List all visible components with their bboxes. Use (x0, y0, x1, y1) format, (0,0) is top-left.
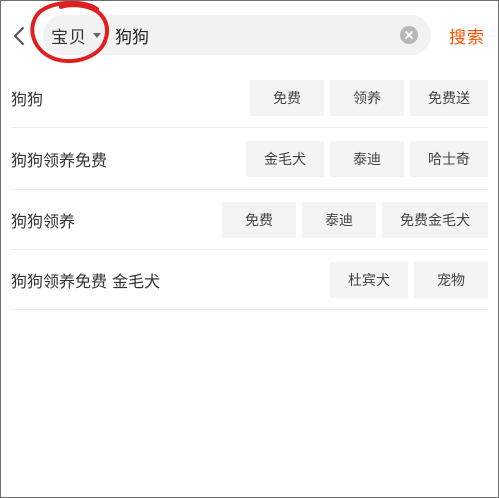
clear-button[interactable] (400, 26, 418, 44)
suggestion-text: 狗狗 (11, 90, 44, 109)
suggestion-tags: 免费 泰迪 免费金毛犬 (222, 201, 488, 238)
suggestion-row[interactable]: 狗狗领养免费 金毛犬 泰迪 哈士奇 (11, 128, 488, 190)
tag-chip[interactable]: 领养 (330, 80, 404, 116)
tag-chip[interactable]: 免费金毛犬 (382, 201, 488, 238)
suggestion-text: 狗狗领养免费 (11, 150, 108, 170)
tag-chip[interactable]: 金毛犬 (246, 140, 324, 177)
suggestion-row[interactable]: 狗狗领养 免费 泰迪 免费金毛犬 (11, 190, 488, 250)
search-input[interactable] (115, 15, 385, 55)
tag-chip[interactable]: 免费 (222, 201, 296, 238)
suggestion-tags: 免费 领养 免费送 (250, 80, 488, 116)
chevron-left-icon (14, 27, 24, 45)
tag-chip[interactable]: 泰迪 (302, 201, 376, 238)
suggestion-text: 狗狗领养免费 金毛犬 (11, 271, 161, 291)
back-button[interactable] (9, 25, 31, 47)
suggestion-text: 狗狗领养 (11, 211, 76, 231)
search-box: 宝贝 (43, 15, 431, 55)
tag-chip[interactable]: 杜宾犬 (330, 261, 408, 298)
suggestion-row[interactable]: 狗狗 免费 领养 免费送 (11, 69, 488, 128)
tag-chip[interactable]: 哈士奇 (410, 140, 488, 177)
caret-down-icon (93, 32, 101, 38)
suggestion-tags: 杜宾犬 宠物 (330, 261, 488, 298)
tag-chip[interactable]: 免费 (250, 80, 324, 116)
search-button[interactable]: 搜索 (449, 23, 485, 48)
category-label: 宝贝 (51, 27, 87, 48)
tag-chip[interactable]: 免费送 (410, 80, 488, 116)
clear-circle-icon (405, 31, 413, 39)
suggestion-list: 狗狗 免费 领养 免费送 狗狗领养免费 金毛犬 泰迪 哈士奇 狗狗领养 免费 泰… (1, 69, 498, 310)
search-header: 宝贝 搜索 (1, 1, 498, 69)
tag-chip[interactable]: 宠物 (414, 261, 488, 298)
suggestion-tags: 金毛犬 泰迪 哈士奇 (246, 140, 488, 177)
suggestion-row[interactable]: 狗狗领养免费 金毛犬 杜宾犬 宠物 (11, 250, 488, 310)
app-frame: 宝贝 搜索 狗狗 免费 领养 免费送 狗狗 (0, 0, 499, 498)
tag-chip[interactable]: 泰迪 (330, 140, 404, 177)
category-selector[interactable]: 宝贝 (51, 15, 101, 55)
